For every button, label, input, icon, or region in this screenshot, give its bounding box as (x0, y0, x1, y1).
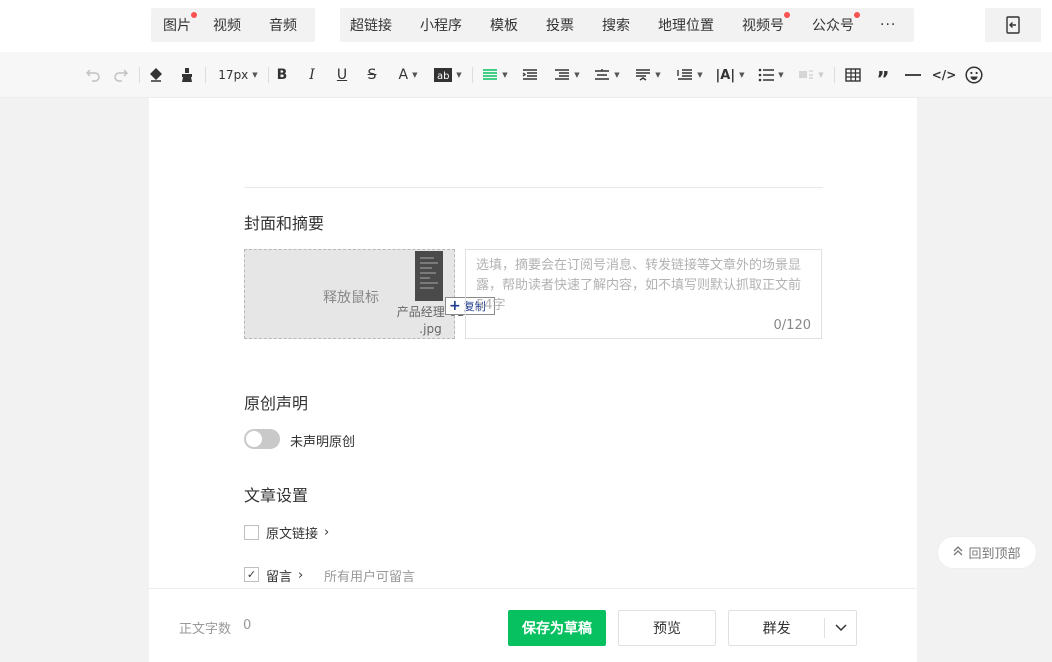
cover-drop-zone[interactable]: 释放鼠标 产品经理-01 .jpg + 复制 (244, 249, 495, 339)
insert-miniprogram-button[interactable]: 小程序 (420, 15, 462, 35)
check-icon: ✓ (246, 568, 257, 581)
background-color-icon[interactable]: ab ▼ (433, 64, 463, 86)
indent-icon[interactable] (521, 64, 539, 86)
exit-button[interactable] (985, 8, 1041, 42)
source-link-checkbox[interactable] (244, 525, 259, 540)
insert-location-button[interactable]: 地理位置 (658, 15, 714, 35)
insert-account-button[interactable]: 公众号 (812, 12, 860, 35)
table-icon[interactable] (844, 64, 862, 86)
divider-icon[interactable] (904, 64, 922, 86)
strikethrough-icon[interactable]: S (365, 64, 379, 86)
undo-icon[interactable] (84, 64, 102, 86)
original-section-title: 原创声明 (244, 394, 309, 413)
digest-char-count: 0/120 (773, 318, 811, 333)
mass-send-button[interactable]: 群发 (728, 610, 857, 646)
redo-icon[interactable] (112, 64, 130, 86)
insert-bar: 图片 视频 音频 超链接 小程序 模板 投票 搜索 地理位置 视频号 公众号 ·… (0, 0, 1052, 52)
insert-hyperlink-button[interactable]: 超链接 (350, 15, 392, 35)
letter-spacing-icon[interactable]: |A| ▼ (716, 64, 745, 86)
divider-line (244, 187, 823, 188)
source-link-option[interactable]: 原文链接 › (266, 523, 329, 542)
float-icon[interactable]: ▼ (797, 64, 825, 86)
preview-button[interactable]: 预览 (618, 610, 716, 646)
back-to-top-button[interactable]: 回到顶部 (937, 536, 1037, 569)
double-chevron-up-icon (953, 546, 963, 559)
comment-option[interactable]: 留言 › (266, 566, 303, 585)
chevron-right-icon: › (324, 525, 330, 540)
paragraph-after-icon[interactable]: ▼ (676, 64, 704, 86)
align-icon[interactable]: ▼ (480, 64, 510, 86)
comment-checkbox[interactable]: ✓ (244, 567, 259, 582)
word-count-label: 正文字数 (179, 622, 232, 637)
insert-channels-button[interactable]: 视频号 (742, 12, 790, 35)
cover-section-title: 封面和摘要 (244, 214, 325, 233)
font-size-select[interactable]: 17px ▼ (214, 64, 262, 86)
digest-textarea[interactable]: 选填，摘要会在订阅号消息、转发链接等文章外的场景显露，帮助读者快速了解内容，如不… (465, 249, 822, 339)
emoji-icon[interactable] (964, 64, 984, 86)
list-icon[interactable]: ▼ (757, 64, 785, 86)
footer-bar: 正文字数 0 保存为草稿 预览 群发 (149, 588, 917, 662)
dragged-image-thumbnail (415, 251, 443, 301)
insert-image-button[interactable]: 图片 (163, 12, 197, 35)
insert-video-button[interactable]: 视频 (213, 15, 241, 35)
insert-search-button[interactable]: 搜索 (602, 15, 630, 35)
more-button[interactable]: ··· (880, 17, 896, 33)
insert-vote-button[interactable]: 投票 (546, 15, 574, 35)
settings-section-title: 文章设置 (244, 486, 309, 505)
bold-icon[interactable]: B (275, 64, 289, 86)
new-dot-icon (784, 12, 790, 18)
insert-group: 超链接 小程序 模板 投票 搜索 地理位置 视频号 公众号 ··· (340, 8, 914, 42)
format-toolbar: 17px ▼ B I U S A ▼ ab ▼ ▼ ▼ ▼ ▼ ▼ |A| ▼ ▼ ▼ … (0, 52, 1052, 98)
exit-icon (1006, 16, 1020, 34)
original-toggle[interactable] (244, 429, 280, 449)
save-draft-button[interactable]: 保存为草稿 (508, 610, 606, 646)
paragraph-spacing-icon[interactable]: ▼ (553, 64, 581, 86)
quote-icon[interactable]: ” (874, 64, 892, 91)
mass-send-label[interactable]: 群发 (729, 618, 824, 638)
digest-placeholder: 选填，摘要会在订阅号消息、转发链接等文章外的场景显露，帮助读者快速了解内容，如不… (476, 258, 802, 313)
font-color-icon[interactable]: A ▼ (394, 64, 422, 86)
italic-icon[interactable]: I (305, 64, 319, 86)
clear-format-icon[interactable] (147, 64, 165, 86)
chevron-right-icon: › (298, 568, 304, 583)
paragraph-before-icon[interactable]: ▼ (634, 64, 662, 86)
insert-template-button[interactable]: 模板 (490, 15, 518, 35)
insert-audio-button[interactable]: 音频 (269, 15, 297, 35)
original-toggle-label: 未声明原创 (290, 435, 356, 450)
chevron-down-icon[interactable] (825, 624, 856, 632)
format-painter-icon[interactable] (178, 64, 196, 86)
new-dot-icon (191, 12, 197, 18)
drop-hint: 释放鼠标 (323, 290, 379, 306)
comment-setting-value: 所有用户可留言 (324, 570, 416, 585)
svg-text:ab: ab (437, 71, 449, 82)
editor-paper: 封面和摘要 释放鼠标 产品经理-01 .jpg + 复制 选填，摘要会在订阅号消息… (149, 98, 917, 588)
underline-icon[interactable]: U (335, 64, 349, 86)
media-group: 图片 视频 音频 (151, 8, 315, 42)
plus-icon: + (449, 298, 461, 314)
new-dot-icon (854, 12, 860, 18)
line-spacing-icon[interactable]: ▼ (593, 64, 621, 86)
code-icon[interactable]: </> (932, 64, 957, 86)
word-count-value: 0 (243, 618, 252, 633)
